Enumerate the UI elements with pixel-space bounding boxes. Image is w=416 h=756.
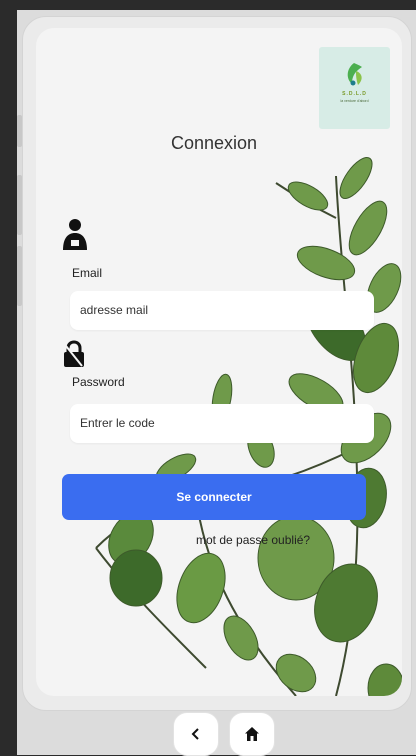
user-icon — [63, 219, 87, 250]
logo-name: S.D.L.D — [342, 91, 367, 97]
logo-tagline: la verdure d'abord — [340, 99, 369, 103]
password-input[interactable]: Entrer le code — [70, 404, 374, 443]
home-icon — [245, 727, 259, 741]
page-title: Connexion — [170, 133, 258, 153]
lock-icon — [64, 340, 84, 367]
login-button[interactable]: Se connecter — [62, 474, 366, 520]
login-screen: S.D.L.D la verdure d'abord Connexion Ema… — [36, 28, 402, 696]
email-label: Email — [72, 266, 103, 280]
password-label: Password — [72, 375, 125, 389]
chevron-left-icon — [191, 728, 199, 740]
brand-logo: S.D.L.D la verdure d'abord — [319, 47, 390, 129]
forgot-password-link[interactable]: mot de passe oublié? — [196, 533, 310, 547]
email-input[interactable]: adresse mail — [70, 291, 374, 330]
home-button[interactable] — [229, 712, 275, 756]
back-button[interactable] — [173, 712, 219, 756]
leaf-logo-icon — [347, 63, 362, 86]
